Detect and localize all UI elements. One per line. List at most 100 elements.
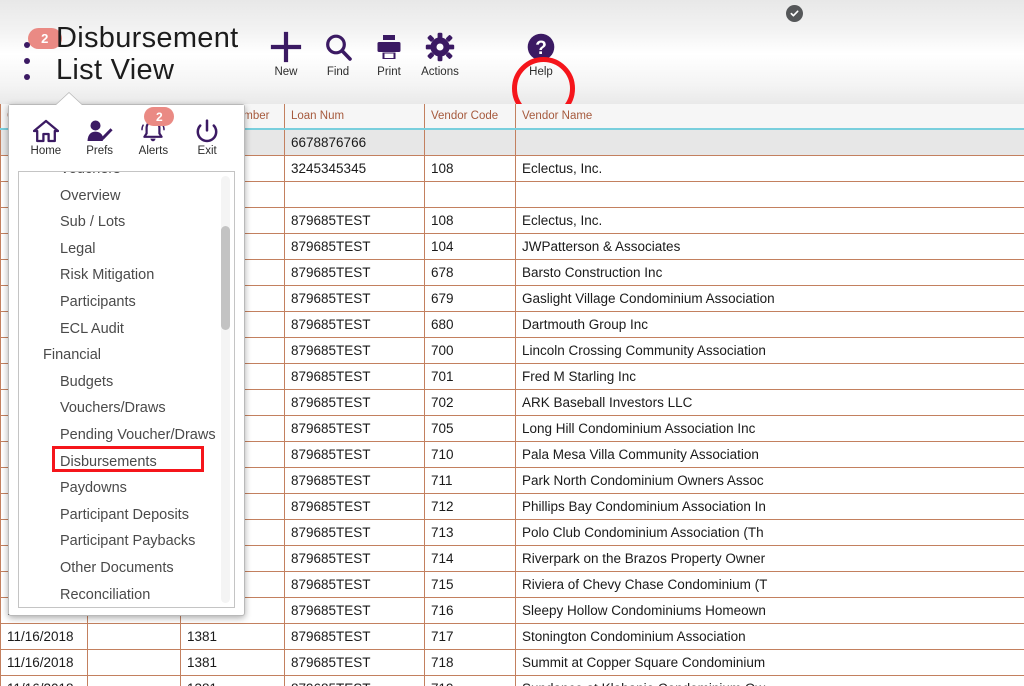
svg-text:?: ? — [535, 38, 547, 59]
cell-vendor_code: 717 — [424, 624, 515, 649]
cell-check_date: 11/16/2018 — [0, 624, 87, 649]
cell-vendor_code: 702 — [424, 390, 515, 415]
cell-vendor_name: Pala Mesa Villa Community Association — [515, 442, 1024, 467]
nav-item-ecl-audit[interactable]: ECL Audit — [19, 316, 234, 343]
table-row[interactable]: CA10012345691911/16/20181381879685TEST71… — [0, 624, 1024, 650]
home-icon — [33, 113, 59, 143]
cell-vendor_code: 678 — [424, 260, 515, 285]
cell-vendor_name — [515, 130, 1024, 155]
nav-item-vouchers[interactable]: Vouchers — [19, 171, 234, 183]
nav-item-vouchers-draws[interactable]: Vouchers/Draws — [19, 395, 234, 422]
nav-item-overview[interactable]: Overview — [19, 183, 234, 210]
cell-vendor_name: Barsto Construction Inc — [515, 260, 1024, 285]
cell-vendor_name: Park North Condominium Owners Assoc — [515, 468, 1024, 493]
cell-loan_num: 879685TEST — [284, 286, 424, 311]
kebab-menu-icon[interactable] — [20, 42, 34, 80]
cell-vendor_name: Fred M Starling Inc — [515, 364, 1024, 389]
nav-exit-button[interactable]: Exit — [182, 113, 232, 157]
nav-item-other-documents[interactable]: Other Documents — [19, 555, 234, 582]
nav-home-button[interactable]: Home — [21, 113, 71, 157]
nav-item-budgets[interactable]: Budgets — [19, 369, 234, 396]
cell-vendor_code: 701 — [424, 364, 515, 389]
table-row[interactable]: CA10012345692111/16/20181381879685TEST71… — [0, 676, 1024, 686]
find-button[interactable]: Find — [310, 26, 366, 94]
nav-item-pending-voucher-draws[interactable]: Pending Voucher/Draws — [19, 422, 234, 449]
cell-vendor_code: 108 — [424, 208, 515, 233]
column-header-vendor_name[interactable]: Vendor Name — [515, 104, 1024, 128]
cell-loan_num: 6678876766 — [284, 130, 424, 155]
nav-alerts-button[interactable]: 2 Alerts — [128, 113, 178, 157]
cell-vendor_name: ARK Baseball Investors LLC — [515, 390, 1024, 415]
nav-item-participants[interactable]: Participants — [19, 289, 234, 316]
cell-vendor_name: Sundance at Klahanie Condominium Ow — [515, 676, 1024, 686]
cell-loan_num: 879685TEST — [284, 208, 424, 233]
cell-loan_num: 879685TEST — [284, 468, 424, 493]
nav-item-participant-deposits[interactable]: Participant Deposits — [19, 502, 234, 529]
nav-item-financial[interactable]: Financial — [19, 342, 234, 369]
user-edit-icon — [86, 113, 114, 143]
cell-vendor_name: Long Hill Condominium Association Inc — [515, 416, 1024, 441]
cell-loan_num: 879685TEST — [284, 676, 424, 686]
cell-loan_num: 879685TEST — [284, 494, 424, 519]
nav-item-sub-lots[interactable]: Sub / Lots — [19, 209, 234, 236]
cell-loan_num: 3245345345 — [284, 156, 424, 181]
cell-loan_num: 879685TEST — [284, 442, 424, 467]
column-header-vendor_code[interactable]: Vendor Code — [424, 104, 515, 128]
cell-vendor_name: Phillips Bay Condominium Association In — [515, 494, 1024, 519]
table-row[interactable]: CA10012345692011/16/20181381879685TEST71… — [0, 650, 1024, 676]
navigation-scrollbar-thumb[interactable] — [221, 226, 230, 330]
cell-vendor_code: 718 — [424, 650, 515, 675]
new-button-label: New — [274, 66, 297, 78]
cell-vendor_code: 719 — [424, 676, 515, 686]
cell-vendor_name — [515, 182, 1024, 207]
cell-vendor_name: Riverpark on the Brazos Property Owner — [515, 546, 1024, 571]
nav-item-reconciliation[interactable]: Reconciliation — [19, 582, 234, 609]
cell-loan_num: 879685TEST — [284, 546, 424, 571]
cell-vendor_name: Gaslight Village Condominium Association — [515, 286, 1024, 311]
new-button[interactable]: New — [258, 26, 314, 94]
nav-item-disbursements[interactable]: Disbursements — [19, 449, 234, 476]
column-header-loan_num[interactable]: Loan Num — [284, 104, 424, 128]
cell-vendor_code: 104 — [424, 234, 515, 259]
cell-vendor_code: 700 — [424, 338, 515, 363]
cell-clear_date — [87, 650, 180, 675]
page-header: 2 Disbursement List View New Find — [0, 0, 1024, 104]
nav-item-risk-mitigation[interactable]: Risk Mitigation — [19, 262, 234, 289]
cell-loan_num: 879685TEST — [284, 598, 424, 623]
cell-loan_num: 879685TEST — [284, 312, 424, 337]
nav-item-legal[interactable]: Legal — [19, 236, 234, 263]
nav-home-label: Home — [31, 145, 62, 157]
cell-loan_num: 879685TEST — [284, 520, 424, 545]
cell-vendor_name: Lincoln Crossing Community Association — [515, 338, 1024, 363]
cell-vendor_code: 710 — [424, 442, 515, 467]
help-button-label: Help — [529, 66, 553, 78]
nav-item-participant-paybacks[interactable]: Participant Paybacks — [19, 528, 234, 555]
cell-loan_num: 879685TEST — [284, 338, 424, 363]
cell-vendor_code: 712 — [424, 494, 515, 519]
cell-vendor_name: Stonington Condominium Association — [515, 624, 1024, 649]
actions-button-label: Actions — [421, 66, 459, 78]
power-icon — [195, 113, 219, 143]
print-button-label: Print — [377, 66, 401, 78]
actions-button[interactable]: Actions — [412, 26, 468, 94]
cell-loan_num: 879685TEST — [284, 650, 424, 675]
cell-vendor_name: Eclectus, Inc. — [515, 156, 1024, 181]
cell-vendor_name: Dartmouth Group Inc — [515, 312, 1024, 337]
search-icon — [323, 26, 354, 68]
print-button[interactable]: Print — [361, 26, 417, 94]
cell-loan_num — [284, 182, 424, 207]
question-circle-icon: ? — [526, 26, 556, 68]
cell-vendor_name: Eclectus, Inc. — [515, 208, 1024, 233]
help-button[interactable]: ? Help — [513, 26, 569, 94]
cell-vendor_code: 711 — [424, 468, 515, 493]
navigation-list: VouchersOverviewSub / LotsLegalRisk Miti… — [19, 171, 234, 608]
printer-icon — [374, 26, 404, 68]
cell-loan_num: 879685TEST — [284, 624, 424, 649]
cell-clear_date — [87, 676, 180, 686]
cell-clear_date — [87, 624, 180, 649]
cell-loan_num: 879685TEST — [284, 572, 424, 597]
nav-item-paydowns[interactable]: Paydowns — [19, 475, 234, 502]
navigation-list-container: VouchersOverviewSub / LotsLegalRisk Miti… — [18, 171, 235, 608]
cell-check_date: 11/16/2018 — [0, 676, 87, 686]
nav-prefs-button[interactable]: Prefs — [75, 113, 125, 157]
